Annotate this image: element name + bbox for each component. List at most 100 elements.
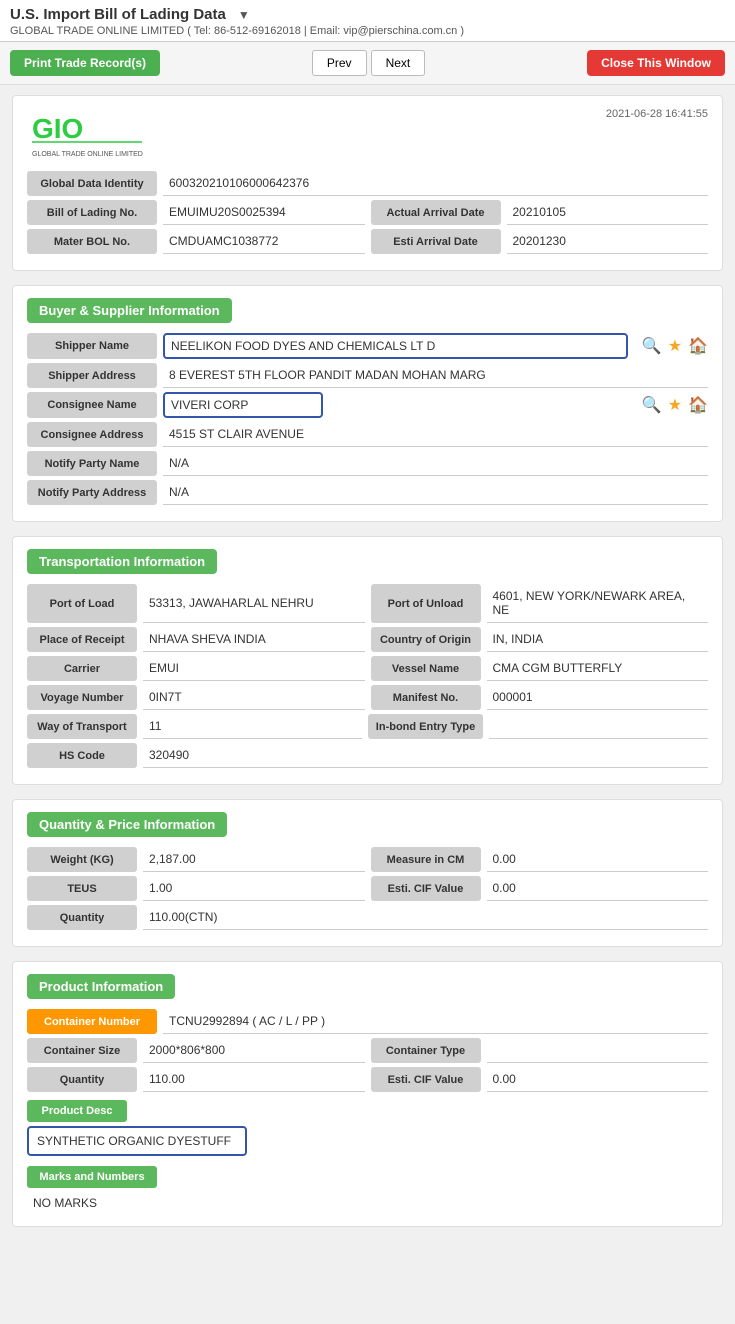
nav-group: Prev Next bbox=[312, 50, 425, 76]
title-text: U.S. Import Bill of Lading Data bbox=[10, 6, 226, 23]
country-of-origin-label: Country of Origin bbox=[371, 627, 481, 652]
container-number-label: Container Number bbox=[27, 1009, 157, 1034]
top-bar: U.S. Import Bill of Lading Data ▼ GLOBAL… bbox=[0, 0, 735, 42]
way-of-transport-label: Way of Transport bbox=[27, 714, 137, 739]
svg-text:GIO: GIO bbox=[32, 113, 83, 144]
product-header: Product Information bbox=[27, 974, 175, 999]
esti-arrival-date-value: 20201230 bbox=[507, 229, 709, 254]
bol-no-label: Bill of Lading No. bbox=[27, 200, 157, 225]
shipper-icons: 🔍 ★ 🏠 bbox=[642, 333, 708, 359]
port-of-unload-value: 4601, NEW YORK/NEWARK AREA, NE bbox=[487, 584, 709, 623]
container-number-value: TCNU2992894 ( AC / L / PP ) bbox=[163, 1009, 708, 1034]
carrier-row: Carrier EMUI Vessel Name CMA CGM BUTTERF… bbox=[27, 656, 708, 681]
shipper-address-label: Shipper Address bbox=[27, 363, 157, 388]
place-of-receipt-label: Place of Receipt bbox=[27, 627, 137, 652]
consignee-name-row: Consignee Name VIVERI CORP 🔍 ★ 🏠 bbox=[27, 392, 708, 418]
product-quantity-row: Quantity 110.00 Esti. CIF Value 0.00 bbox=[27, 1067, 708, 1092]
product-quantity-label: Quantity bbox=[27, 1067, 137, 1092]
consignee-star-icon[interactable]: ★ bbox=[668, 395, 682, 415]
quantity-value: 110.00(CTN) bbox=[143, 905, 708, 930]
container-type-value bbox=[487, 1038, 709, 1063]
marks-and-numbers-label: Marks and Numbers bbox=[27, 1166, 157, 1188]
transportation-card: Transportation Information Port of Load … bbox=[12, 536, 723, 785]
mater-bol-row: Mater BOL No. CMDUAMC1038772 Esti Arriva… bbox=[27, 229, 708, 254]
logo-card: GIO GLOBAL TRADE ONLINE LIMITED 2021-06-… bbox=[12, 95, 723, 271]
container-size-value: 2000*806*800 bbox=[143, 1038, 365, 1063]
container-type-label: Container Type bbox=[371, 1038, 481, 1063]
consignee-name-label: Consignee Name bbox=[27, 392, 157, 418]
consignee-name-value: VIVERI CORP bbox=[163, 392, 323, 418]
shipper-home-icon[interactable]: 🏠 bbox=[688, 336, 708, 356]
esti-arrival-date-label: Esti Arrival Date bbox=[371, 229, 501, 254]
weight-kg-value: 2,187.00 bbox=[143, 847, 365, 872]
prev-button[interactable]: Prev bbox=[312, 50, 367, 76]
company-subtitle: GLOBAL TRADE ONLINE LIMITED ( Tel: 86-51… bbox=[10, 25, 725, 37]
teus-label: TEUS bbox=[27, 876, 137, 901]
consignee-address-value: 4515 ST CLAIR AVENUE bbox=[163, 422, 708, 447]
shipper-address-value: 8 EVEREST 5TH FLOOR PANDIT MADAN MOHAN M… bbox=[163, 363, 708, 388]
in-bond-entry-type-value bbox=[489, 714, 708, 739]
notify-party-address-row: Notify Party Address N/A bbox=[27, 480, 708, 505]
consignee-search-icon[interactable]: 🔍 bbox=[642, 395, 662, 415]
buyer-supplier-card: Buyer & Supplier Information Shipper Nam… bbox=[12, 285, 723, 522]
title-dropdown-icon[interactable]: ▼ bbox=[238, 8, 250, 22]
svg-text:GLOBAL TRADE ONLINE LIMITED: GLOBAL TRADE ONLINE LIMITED bbox=[32, 151, 143, 158]
product-quantity-value: 110.00 bbox=[143, 1067, 365, 1092]
quantity-label: Quantity bbox=[27, 905, 137, 930]
notify-party-name-value: N/A bbox=[163, 451, 708, 476]
weight-row: Weight (KG) 2,187.00 Measure in CM 0.00 bbox=[27, 847, 708, 872]
shipper-name-label: Shipper Name bbox=[27, 333, 157, 359]
manifest-no-label: Manifest No. bbox=[371, 685, 481, 710]
esti-cif-value-value: 0.00 bbox=[487, 876, 709, 901]
port-of-load-row: Port of Load 53313, JAWAHARLAL NEHRU Por… bbox=[27, 584, 708, 623]
hs-code-value: 320490 bbox=[143, 743, 708, 768]
buyer-supplier-header: Buyer & Supplier Information bbox=[27, 298, 232, 323]
mater-bol-label: Mater BOL No. bbox=[27, 229, 157, 254]
print-button[interactable]: Print Trade Record(s) bbox=[10, 50, 160, 76]
country-of-origin-value: IN, INDIA bbox=[487, 627, 709, 652]
shipper-star-icon[interactable]: ★ bbox=[668, 336, 682, 356]
toolbar: Print Trade Record(s) Prev Next Close Th… bbox=[0, 42, 735, 85]
quantity-price-header: Quantity & Price Information bbox=[27, 812, 227, 837]
transportation-header: Transportation Information bbox=[27, 549, 217, 574]
global-data-identity-row: Global Data Identity 6003202101060006423… bbox=[27, 171, 708, 196]
bol-no-value: EMUIMU20S0025394 bbox=[163, 200, 365, 225]
quantity-row: Quantity 110.00(CTN) bbox=[27, 905, 708, 930]
company-logo: GIO GLOBAL TRADE ONLINE LIMITED bbox=[27, 108, 147, 163]
teus-value: 1.00 bbox=[143, 876, 365, 901]
container-size-label: Container Size bbox=[27, 1038, 137, 1063]
shipper-name-value: NEELIKON FOOD DYES AND CHEMICALS LT D bbox=[163, 333, 628, 359]
page-title: U.S. Import Bill of Lading Data ▼ bbox=[10, 6, 725, 23]
vessel-name-label: Vessel Name bbox=[371, 656, 481, 681]
consignee-home-icon[interactable]: 🏠 bbox=[688, 395, 708, 415]
next-button[interactable]: Next bbox=[371, 50, 426, 76]
container-size-row: Container Size 2000*806*800 Container Ty… bbox=[27, 1038, 708, 1063]
mater-bol-value: CMDUAMC1038772 bbox=[163, 229, 365, 254]
notify-party-address-value: N/A bbox=[163, 480, 708, 505]
global-data-identity-label: Global Data Identity bbox=[27, 171, 157, 196]
close-button[interactable]: Close This Window bbox=[587, 50, 725, 76]
bol-row: Bill of Lading No. EMUIMU20S0025394 Actu… bbox=[27, 200, 708, 225]
global-data-identity-value: 600320210106000642376 bbox=[163, 171, 708, 196]
esti-cif-value-label: Esti. CIF Value bbox=[371, 876, 481, 901]
consignee-icons: 🔍 ★ 🏠 bbox=[642, 392, 708, 418]
notify-party-name-row: Notify Party Name N/A bbox=[27, 451, 708, 476]
notify-party-name-label: Notify Party Name bbox=[27, 451, 157, 476]
marks-and-numbers-value: NO MARKS bbox=[27, 1192, 708, 1214]
teus-row: TEUS 1.00 Esti. CIF Value 0.00 bbox=[27, 876, 708, 901]
carrier-value: EMUI bbox=[143, 656, 365, 681]
actual-arrival-date-label: Actual Arrival Date bbox=[371, 200, 501, 225]
shipper-search-icon[interactable]: 🔍 bbox=[642, 336, 662, 356]
measure-in-cm-label: Measure in CM bbox=[371, 847, 481, 872]
voyage-row: Voyage Number 0IN7T Manifest No. 000001 bbox=[27, 685, 708, 710]
vessel-name-value: CMA CGM BUTTERFLY bbox=[487, 656, 709, 681]
place-of-receipt-row: Place of Receipt NHAVA SHEVA INDIA Count… bbox=[27, 627, 708, 652]
port-of-unload-label: Port of Unload bbox=[371, 584, 481, 623]
datetime-text: 2021-06-28 16:41:55 bbox=[606, 108, 708, 120]
product-card: Product Information Container Number TCN… bbox=[12, 961, 723, 1227]
product-desc-label: Product Desc bbox=[27, 1100, 127, 1122]
carrier-label: Carrier bbox=[27, 656, 137, 681]
content-area: GIO GLOBAL TRADE ONLINE LIMITED 2021-06-… bbox=[0, 85, 735, 1251]
in-bond-entry-type-label: In-bond Entry Type bbox=[368, 714, 483, 739]
product-esti-cif-value: 0.00 bbox=[487, 1067, 709, 1092]
